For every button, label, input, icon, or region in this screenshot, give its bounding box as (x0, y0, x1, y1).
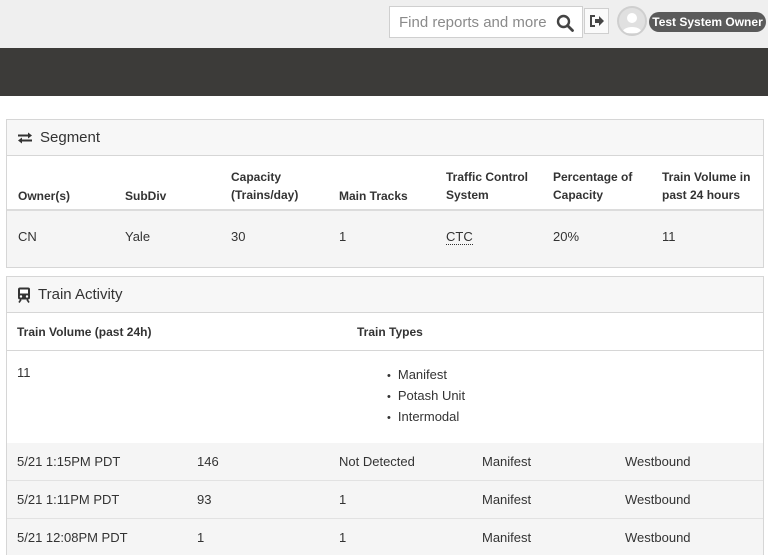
owner-value: CN (18, 229, 37, 244)
user-avatar-icon (622, 13, 642, 33)
train-activity-summary: 11 (7, 351, 763, 443)
train-type: Manifest (482, 492, 532, 507)
segment-panel-heading: Segment (7, 120, 763, 156)
train-id: 1 (197, 530, 205, 545)
train-detection: Not Detected (339, 454, 415, 469)
table-row[interactable]: 5/21 1:15PM PDT 146 Not Detected Manifes… (7, 443, 763, 481)
train-type-item: Intermodal (387, 407, 465, 428)
train-activity-panel: Train Activity Train Volume (past 24h) T… (6, 276, 764, 555)
column-header-train-volume-24h: Train Volume (past 24h) (17, 325, 152, 339)
train-volume-value: 11 (662, 229, 676, 244)
search-icon[interactable] (556, 14, 574, 32)
column-header-traffic-control: Traffic Control System (446, 170, 529, 202)
train-direction: Westbound (625, 454, 691, 469)
main-tracks-value: 1 (339, 229, 347, 244)
train-type: Manifest (482, 454, 532, 469)
column-header-train-volume: Train Volume in past 24 hours (662, 170, 751, 202)
main-navigation-bar (0, 48, 768, 96)
train-activity-header: Train Volume (past 24h) Train Types (7, 313, 763, 351)
table-row[interactable]: 5/21 12:08PM PDT 1 1 Manifest Westbound (7, 519, 763, 555)
top-header: Test System Owner (0, 0, 768, 48)
column-header-subdiv: SubDiv (125, 189, 167, 203)
train-direction: Westbound (625, 530, 691, 545)
train-direction: Westbound (625, 492, 691, 507)
train-type-item: Potash Unit (387, 386, 465, 407)
train-activity-panel-heading: Train Activity (7, 277, 763, 313)
column-header-capacity: Capacity (Trains/day) (231, 170, 299, 202)
traffic-control-value[interactable]: CTC (446, 229, 473, 245)
train-volume-24h-value: 11 (17, 365, 31, 380)
percentage-value: 20% (553, 229, 580, 244)
train-detection: 1 (339, 530, 347, 545)
table-row[interactable]: 5/21 1:11PM PDT 93 1 Manifest Westbound (7, 481, 763, 519)
search-input[interactable] (390, 7, 548, 37)
segment-table-header: Owner(s) SubDiv Capacity (Trains/day) Ma… (7, 156, 763, 211)
train-id: 93 (197, 492, 212, 507)
train-types-list: Manifest Potash Unit Intermodal (387, 365, 465, 428)
sign-out-icon (590, 15, 604, 27)
avatar[interactable] (617, 6, 647, 36)
segment-panel: Segment Owner(s) SubDiv Capacity (Trains… (6, 119, 764, 268)
train-activity-title: Train Activity (38, 286, 123, 303)
column-header-percentage: Percentage of Capacity (553, 170, 633, 202)
logout-button[interactable] (584, 8, 609, 34)
train-id: 146 (197, 454, 219, 469)
column-header-main-tracks: Main Tracks (339, 189, 408, 203)
train-icon (18, 287, 30, 303)
user-name-badge[interactable]: Test System Owner (649, 12, 766, 32)
segment-title: Segment (40, 129, 101, 146)
train-time: 5/21 1:15PM PDT (17, 454, 121, 469)
subdiv-value: Yale (125, 229, 151, 244)
segment-table-row: CN Yale 30 1 CTC 20% 11 (7, 211, 763, 267)
train-type-item: Manifest (387, 365, 465, 386)
column-header-train-types: Train Types (357, 325, 423, 339)
train-activity-table: 5/21 1:15PM PDT 146 Not Detected Manifes… (7, 443, 763, 555)
exchange-arrows-icon (18, 132, 32, 143)
train-time: 5/21 1:11PM PDT (17, 492, 120, 507)
capacity-value: 30 (231, 229, 246, 244)
train-time: 5/21 12:08PM PDT (17, 530, 128, 545)
train-detection: 1 (339, 492, 347, 507)
train-type: Manifest (482, 530, 532, 545)
search-box (389, 6, 583, 38)
column-header-owners: Owner(s) (18, 189, 71, 203)
